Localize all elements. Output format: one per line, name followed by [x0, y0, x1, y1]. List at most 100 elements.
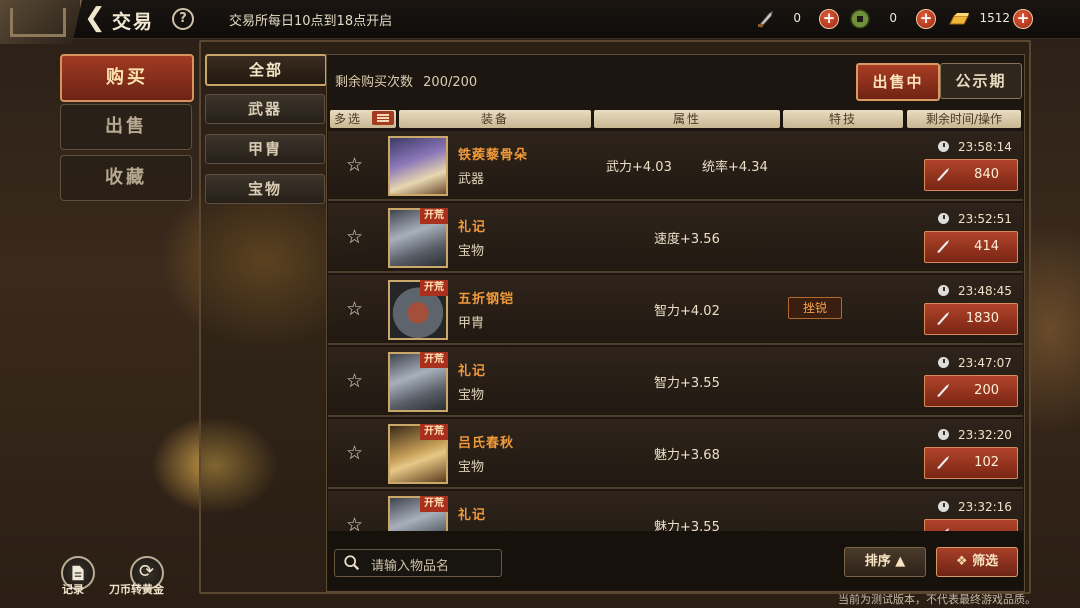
- pioneer-tag: 开荒: [420, 496, 448, 512]
- item-skill-badge: 挫锐: [788, 297, 842, 319]
- remaining-time: 23:32:20: [958, 428, 1012, 442]
- trading-hours-notice: 交易所每日10点到18点开启: [229, 14, 393, 29]
- favorite-star-icon[interactable]: ☆: [346, 371, 366, 391]
- filter-label: 筛选: [972, 554, 999, 569]
- item-attribute: 智力+4.02: [654, 304, 720, 319]
- listing-row[interactable]: ☆ 开荒 吕氏春秋 宝物 魅力+3.68 23:32:20 102: [328, 419, 1023, 489]
- item-type: 武器: [458, 172, 485, 187]
- game-logo: [0, 0, 82, 44]
- category-treasures[interactable]: 宝物: [205, 174, 325, 204]
- column-attributes: 属性: [594, 110, 780, 128]
- nav-sell-button[interactable]: 出售: [60, 104, 192, 150]
- favorite-star-icon[interactable]: ☆: [346, 299, 366, 319]
- knife-coin-icon: [758, 10, 773, 28]
- pioneer-tag: 开荒: [420, 352, 448, 368]
- records-label: 记录: [62, 583, 84, 596]
- item-attribute: 魅力+3.68: [654, 448, 720, 463]
- remaining-time: 23:47:07: [958, 356, 1012, 370]
- convert-currency-label: 刀币转黄金: [109, 583, 164, 596]
- knife-coin-icon: [937, 312, 949, 325]
- price-value: 414: [974, 239, 999, 254]
- remaining-time: 23:32:16: [958, 500, 1012, 514]
- filter-button[interactable]: ❖ 筛选: [936, 547, 1018, 577]
- top-bar: ❮ 交易 ? 交易所每日10点到18点开启 0 + 0 + 1512 +: [0, 0, 1080, 44]
- listing-row[interactable]: ☆ 开荒 礼记 魅力+3.55 23:32:16: [328, 491, 1023, 531]
- item-type: 宝物: [458, 388, 485, 403]
- currency-knife-value: 0: [793, 11, 801, 25]
- market-bottom-bar: 请输入物品名 排序 ▲ ❖ 筛选: [328, 531, 1023, 589]
- add-knife-button[interactable]: +: [819, 9, 839, 29]
- knife-coin-icon: [937, 240, 949, 253]
- item-name: 铁蒺藜骨朵: [458, 148, 529, 163]
- remaining-time: 23:48:45: [958, 284, 1012, 298]
- item-thumbnail: 开荒: [388, 352, 448, 412]
- remaining-time: 23:58:14: [958, 140, 1012, 154]
- knife-coin-icon: [937, 168, 949, 181]
- clock-icon: [938, 141, 949, 152]
- listing-row[interactable]: ☆ 开荒 五折钢铠 甲胄 智力+4.02 挫锐 23:48:45 1830: [328, 275, 1023, 345]
- item-type: 甲胄: [458, 316, 485, 331]
- knife-coin-icon: [937, 456, 949, 469]
- listing-row[interactable]: ☆ 开荒 礼记 宝物 智力+3.55 23:47:07 200: [328, 347, 1023, 417]
- favorite-star-icon[interactable]: ☆: [346, 155, 366, 175]
- buy-price-button[interactable]: 414: [924, 231, 1018, 263]
- add-jade-button[interactable]: +: [916, 9, 936, 29]
- category-weapons[interactable]: 武器: [205, 94, 325, 124]
- back-arrow-icon[interactable]: ❮: [84, 5, 106, 31]
- buy-price-button[interactable]: 200: [924, 375, 1018, 407]
- sort-button[interactable]: 排序 ▲: [844, 547, 926, 577]
- item-thumbnail: [388, 136, 448, 196]
- page-title: 交易: [112, 11, 155, 33]
- favorite-star-icon[interactable]: ☆: [346, 443, 366, 463]
- document-icon: [72, 565, 84, 581]
- add-gold-button[interactable]: +: [1013, 9, 1033, 29]
- item-attribute: 智力+3.55: [654, 376, 720, 391]
- currency-gold: 1512 +: [948, 8, 1048, 30]
- currency-gold-value: 1512: [979, 11, 1010, 25]
- buy-price-button[interactable]: 840: [924, 159, 1018, 191]
- buy-price-button[interactable]: 1830: [924, 303, 1018, 335]
- search-input[interactable]: 请输入物品名: [334, 549, 502, 577]
- buy-price-button[interactable]: 102: [924, 447, 1018, 479]
- tab-public-period[interactable]: 公示期: [940, 63, 1022, 99]
- market-list-panel: 剩余购买次数 200/200 出售中 公示期 多选 装备 属性 特技 剩余时间/…: [326, 54, 1025, 592]
- multi-select-list-icon[interactable]: [372, 111, 394, 125]
- column-select-label: 多选: [334, 112, 363, 126]
- item-thumbnail: 开荒: [388, 208, 448, 268]
- item-name: 礼记: [458, 508, 487, 523]
- refresh-icon: ⟳: [139, 561, 155, 582]
- item-attribute: 魅力+3.55: [654, 520, 720, 531]
- pioneer-tag: 开荒: [420, 208, 448, 224]
- nav-buy-button[interactable]: 购买: [60, 54, 194, 102]
- pioneer-tag: 开荒: [420, 424, 448, 440]
- help-icon[interactable]: ?: [172, 8, 194, 30]
- listing-row[interactable]: ☆ 铁蒺藜骨朵 武器 武力+4.03 统率+4.34 23:58:14 840: [328, 131, 1023, 201]
- category-all[interactable]: 全部: [205, 54, 327, 86]
- favorite-star-icon[interactable]: ☆: [346, 227, 366, 247]
- tab-on-sale[interactable]: 出售中: [856, 63, 940, 101]
- buy-price-button[interactable]: [924, 519, 1018, 531]
- category-armor[interactable]: 甲胄: [205, 134, 325, 164]
- listing-row[interactable]: ☆ 开荒 礼记 宝物 速度+3.56 23:52:51 414: [328, 203, 1023, 273]
- item-name: 礼记: [458, 220, 487, 235]
- currency-knife: 0 +: [755, 8, 840, 30]
- item-thumbnail: 开荒: [388, 496, 448, 531]
- item-name: 吕氏春秋: [458, 436, 515, 451]
- item-type: 宝物: [458, 244, 485, 259]
- listing-list: ☆ 铁蒺藜骨朵 武器 武力+4.03 统率+4.34 23:58:14 840 …: [328, 131, 1023, 531]
- remaining-time: 23:52:51: [958, 212, 1012, 226]
- nav-favorites-button[interactable]: 收藏: [60, 155, 192, 201]
- gold-bar-icon: [949, 13, 969, 25]
- favorite-star-icon[interactable]: ☆: [346, 515, 366, 531]
- column-time-action: 剩余时间/操作: [907, 110, 1021, 128]
- item-type: 宝物: [458, 460, 485, 475]
- price-value: 102: [974, 455, 999, 470]
- price-value: 840: [974, 167, 999, 182]
- column-select[interactable]: 多选: [330, 110, 396, 128]
- filter-diamond-icon: ❖: [955, 554, 968, 569]
- test-version-footnote: 当前为测试版本，不代表最终游戏品质。: [838, 593, 1036, 606]
- item-attribute: 速度+3.56: [654, 232, 720, 247]
- search-icon: [344, 555, 360, 571]
- item-attribute: 武力+4.03: [606, 160, 672, 175]
- remaining-purchases-label: 剩余购买次数: [335, 75, 414, 90]
